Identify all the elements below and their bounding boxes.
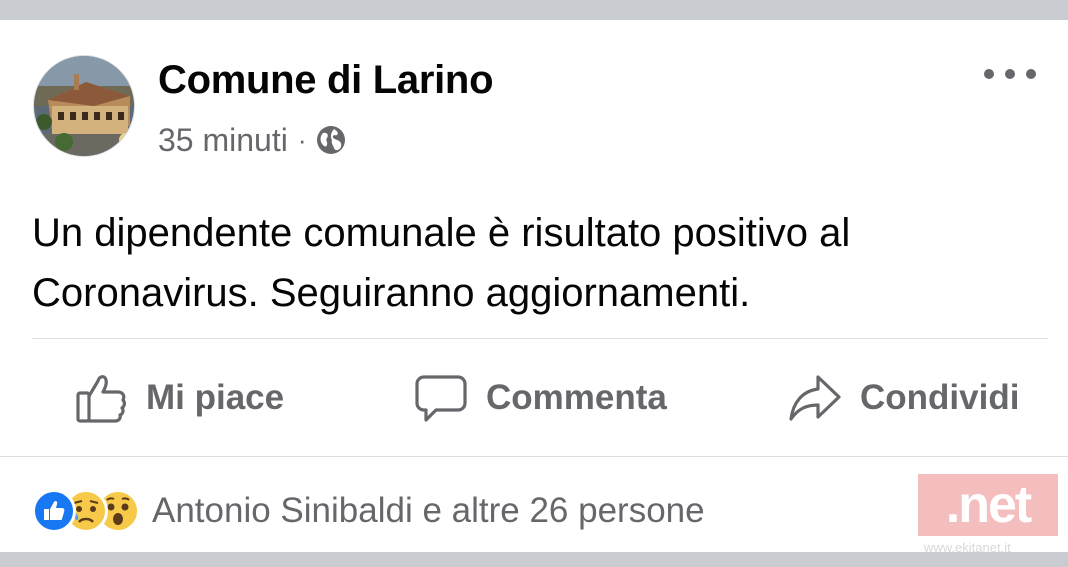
page-avatar[interactable] [33,55,135,157]
comment-button[interactable]: Commenta [414,370,667,426]
more-options-icon[interactable] [984,62,1036,86]
share-button[interactable]: Condividi [788,370,1019,426]
actions-divider [0,456,1068,457]
like-label: Mi piace [146,378,285,417]
globe-icon [315,124,347,156]
page-name[interactable]: Comune di Larino [158,58,494,103]
feed-separator-bottom [0,552,1068,567]
feed-separator-top [0,0,1068,20]
post-body-text: Un dipendente comunale è risultato posit… [32,211,851,315]
share-label: Condividi [860,378,1020,417]
watermark-text: .net [945,476,1032,534]
reaction-summary-text[interactable]: Antonio Sinibaldi e altre 26 persone [152,491,705,531]
reactions-summary[interactable]: Antonio Sinibaldi e altre 26 persone [32,486,705,536]
post-divider [32,338,1048,339]
share-icon [788,371,842,425]
more-dot [984,69,994,79]
watermark-logo: .net [918,474,1058,536]
avatar-photo [34,56,134,156]
more-dot [1026,69,1036,79]
comment-icon [414,371,468,425]
thumbs-up-icon [74,371,128,425]
meta-separator: · [297,124,307,155]
post-meta: 35 minuti · [158,120,347,160]
more-dot [1005,69,1015,79]
like-button[interactable]: Mi piace [74,370,284,426]
like-reaction-icon [32,489,76,533]
facebook-post-card: Comune di Larino 35 minuti · Un dipenden… [0,20,1068,555]
comment-label: Commenta [486,378,667,417]
post-timestamp[interactable]: 35 minuti [158,122,288,159]
